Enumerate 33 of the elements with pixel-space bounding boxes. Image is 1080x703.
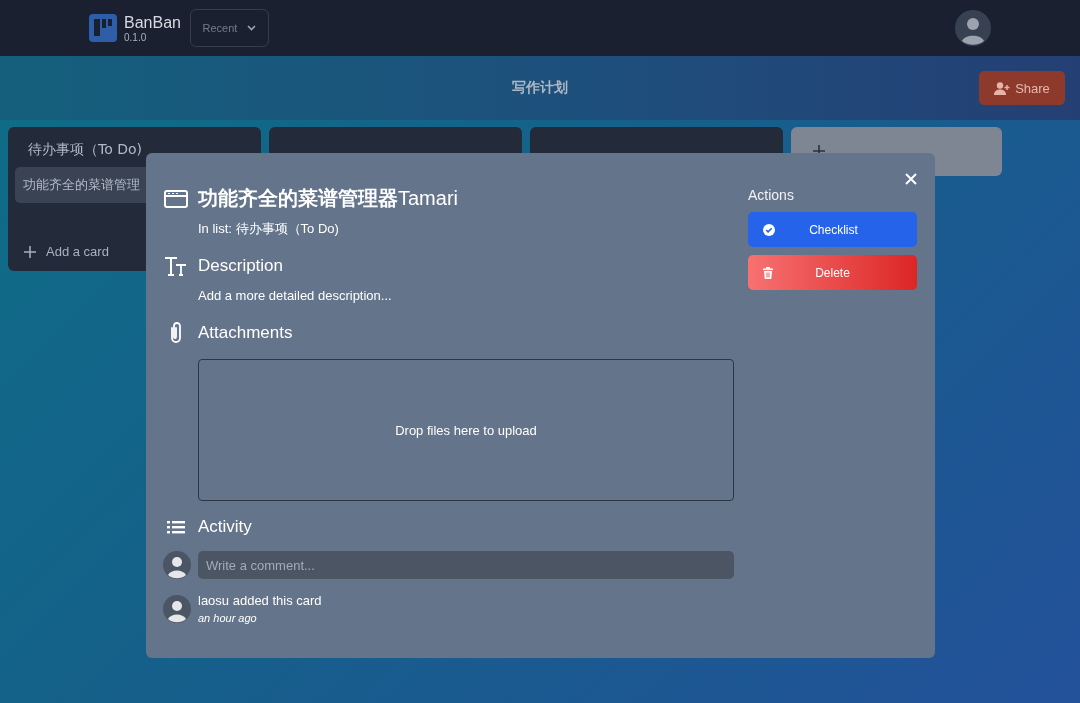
app-name: BanBan (124, 13, 181, 32)
user-avatar-icon (163, 551, 191, 579)
checklist-button[interactable]: Checklist (748, 212, 917, 247)
logo-icon (89, 14, 117, 42)
user-avatar-icon (163, 594, 191, 623)
close-icon[interactable] (905, 173, 917, 185)
delete-button[interactable]: Delete (748, 255, 917, 290)
list-title: 待办事项（To Do) (27, 141, 143, 159)
list-reference: In list: 待办事项（To Do) (198, 220, 340, 238)
section-heading: Activity (198, 517, 252, 537)
chevron-down-icon (247, 25, 257, 31)
share-button[interactable]: Share (979, 71, 1065, 105)
add-user-icon (994, 81, 1011, 95)
section-heading: Attachments (198, 323, 293, 343)
plus-icon (24, 245, 36, 258)
comment-field[interactable]: Write a comment... (198, 551, 734, 579)
user-avatar-icon[interactable] (955, 10, 991, 46)
trash-icon (763, 266, 773, 279)
text-format-icon (164, 256, 188, 276)
card-icon (164, 189, 188, 208)
section-heading: Description (198, 256, 284, 276)
activity-text: laosu added this card (198, 593, 322, 608)
file-dropzone[interactable]: Drop files here to upload (198, 359, 734, 501)
check-circle-icon (763, 223, 775, 236)
dropzone-text: Drop files here to upload (395, 422, 537, 438)
app-version: 0.1.0 (124, 31, 148, 43)
recent-dropdown[interactable]: Recent (189, 9, 269, 47)
description-placeholder[interactable]: Add a more detailed description... (198, 288, 392, 303)
actions-heading: Actions (748, 187, 795, 203)
list-icon (164, 519, 188, 535)
board-title: 写作计划 (512, 79, 568, 97)
activity-time: an hour ago (198, 612, 258, 624)
add-card-button[interactable]: Add a card (15, 244, 254, 259)
